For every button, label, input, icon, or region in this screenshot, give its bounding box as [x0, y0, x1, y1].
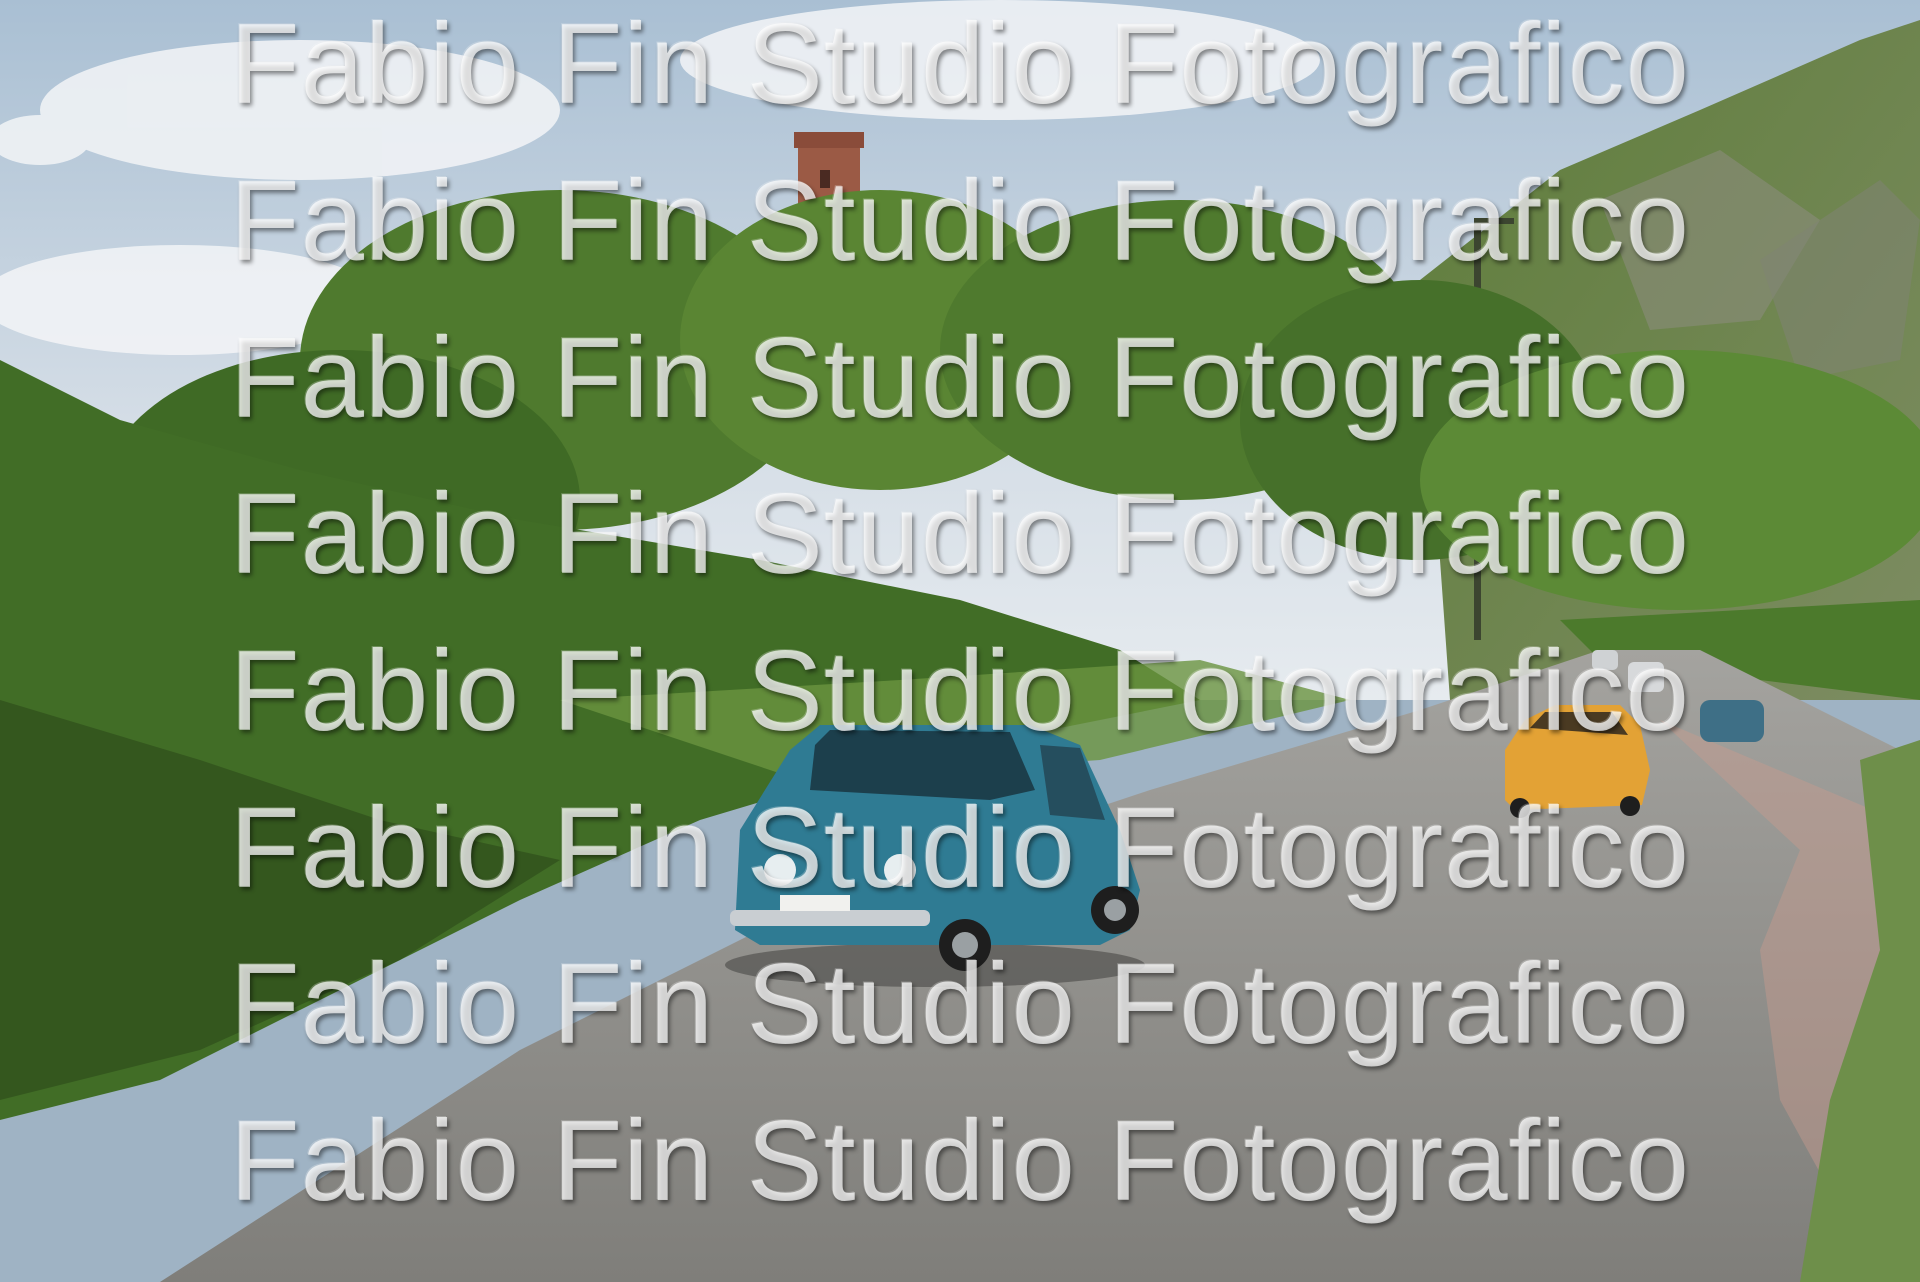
- yellow-vintage-car: [1505, 705, 1650, 818]
- photo-scene: [0, 0, 1920, 1282]
